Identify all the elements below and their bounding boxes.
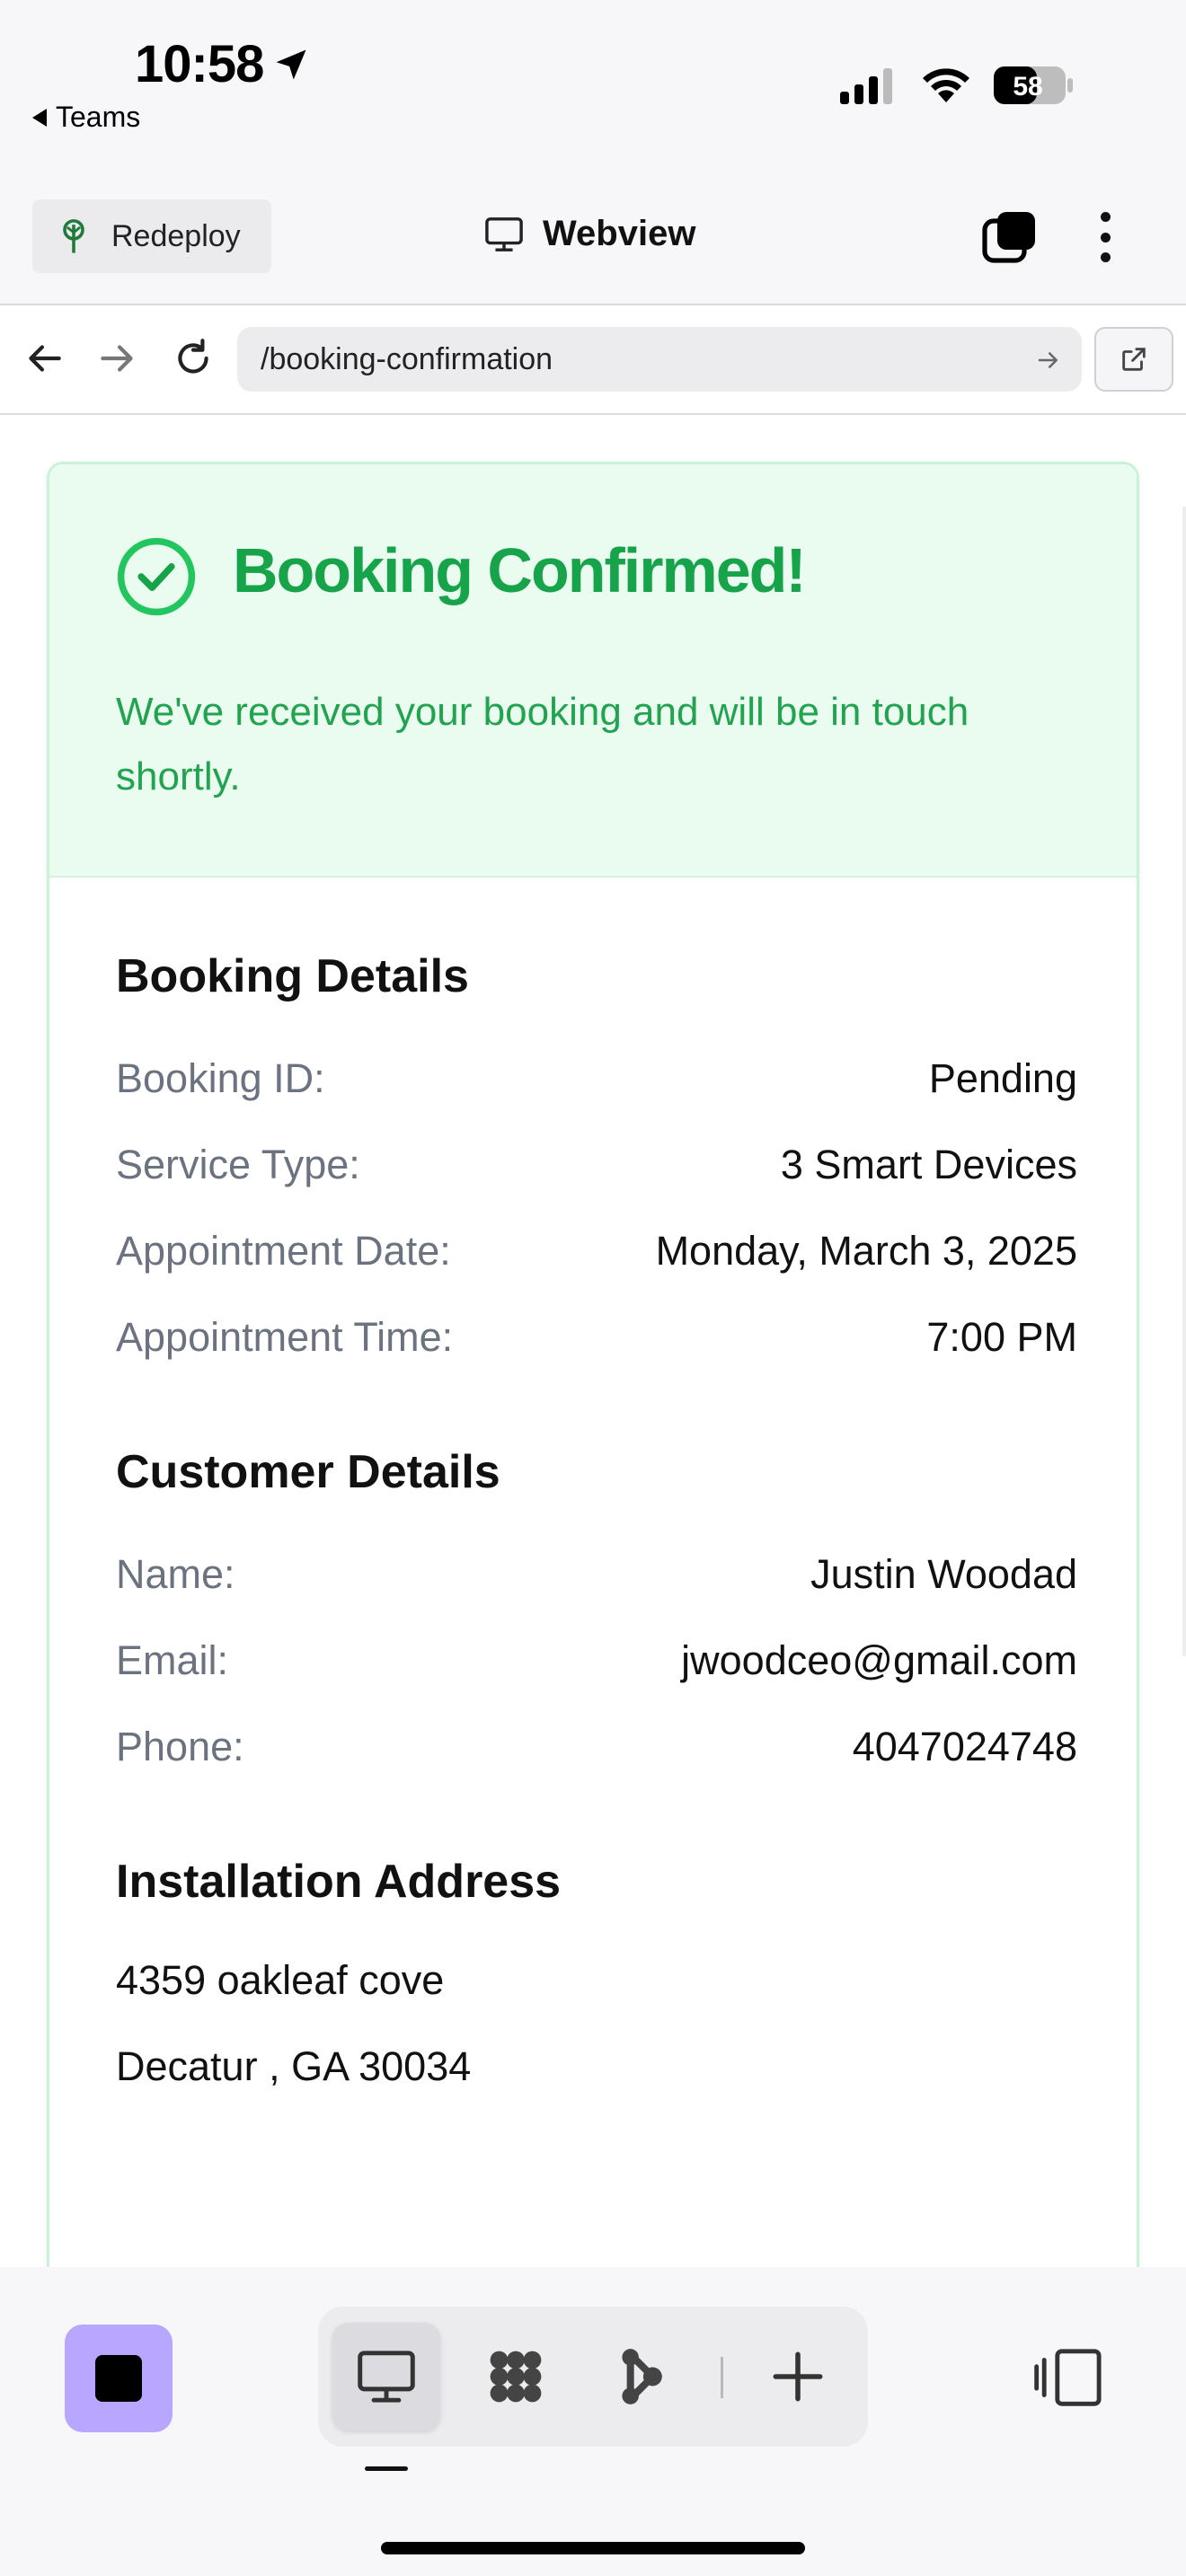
tabs-icon[interactable] (981, 208, 1039, 266)
panel-toggle-icon[interactable] (1033, 2346, 1103, 2409)
go-arrow-icon[interactable] (1035, 347, 1062, 374)
external-link-icon (1122, 348, 1146, 371)
app-top-bar: Redeploy Webview (0, 144, 1186, 305)
appointment-date-row: Appointment Date: Monday, March 3, 2025 (116, 1222, 1077, 1280)
view-switcher (318, 2307, 868, 2447)
forward-arrow-icon[interactable] (95, 336, 140, 381)
row-label: Appointment Date: (116, 1228, 451, 1274)
bottom-toolbar (0, 2267, 1186, 2576)
redeploy-button[interactable]: Redeploy (32, 199, 271, 273)
status-bar: 10:58 Teams 58 (0, 0, 1186, 144)
open-external-button[interactable] (1094, 327, 1173, 392)
battery-level: 58 (1013, 72, 1042, 101)
stop-button[interactable] (65, 2325, 173, 2432)
status-time: 10:58 (135, 35, 264, 93)
tab-apps[interactable] (462, 2323, 570, 2430)
cellular-signal-icon (840, 66, 892, 104)
row-label: Name: (116, 1551, 235, 1597)
add-tab-button[interactable] (744, 2323, 852, 2430)
url-input[interactable]: /booking-confirmation (237, 327, 1082, 392)
row-label: Email: (116, 1637, 229, 1683)
installation-address-heading: Installation Address (116, 1856, 562, 1908)
webview-title-text: Webview (543, 214, 696, 253)
home-indicator[interactable] (381, 2542, 805, 2554)
monitor-icon (358, 2351, 415, 2403)
redeploy-label: Redeploy (111, 218, 241, 253)
booking-details-heading: Booking Details (116, 950, 469, 1002)
location-arrow-icon (276, 49, 306, 80)
tab-agent[interactable] (588, 2323, 695, 2430)
back-app-label: Teams (56, 101, 141, 133)
webview-title: Webview (483, 214, 695, 254)
back-arrow-icon[interactable] (22, 336, 66, 381)
reload-icon[interactable] (171, 336, 216, 381)
customer-phone-row: Phone: 4047024748 (116, 1718, 1077, 1776)
browser-url-bar: /booking-confirmation (0, 307, 1186, 415)
wifi-icon (923, 68, 969, 102)
booking-id-row: Booking ID: Pending (116, 1050, 1077, 1107)
booking-confirmation-card: Booking Confirmed! We've received your b… (47, 462, 1139, 2267)
row-value: Justin Woodad (810, 1551, 1077, 1597)
confirmation-banner: Booking Confirmed! We've received your b… (49, 464, 1137, 878)
row-label: Phone: (116, 1724, 244, 1769)
confirmation-message: We've received your booking and will be … (116, 690, 969, 798)
customer-details-heading: Customer Details (116, 1446, 500, 1498)
appointment-time-row: Appointment Time: 7:00 PM (116, 1309, 1077, 1366)
active-tab-indicator (365, 2466, 408, 2471)
row-value: Monday, March 3, 2025 (655, 1228, 1077, 1274)
customer-name-row: Name: Justin Woodad (116, 1546, 1077, 1603)
back-to-app-link[interactable]: Teams (32, 101, 140, 134)
monitor-icon (485, 216, 523, 251)
row-value: 4047024748 (852, 1724, 1077, 1769)
tab-webview[interactable] (332, 2323, 440, 2430)
url-text: /booking-confirmation (261, 341, 553, 376)
check-circle-icon (117, 537, 196, 616)
row-value: 3 Smart Devices (780, 1142, 1077, 1187)
customer-email-row: Email: jwoodceo@gmail.com (116, 1632, 1077, 1689)
plus-icon (773, 2351, 823, 2402)
webview-content: Booking Confirmed! We've received your b… (0, 417, 1186, 2267)
agent-icon (622, 2349, 662, 2404)
battery-icon: 58 (994, 66, 1073, 104)
row-value: jwoodceo@gmail.com (681, 1637, 1077, 1683)
row-label: Service Type: (116, 1142, 360, 1187)
stop-icon (95, 2355, 142, 2402)
row-label: Appointment Time: (116, 1314, 454, 1360)
row-label: Booking ID: (116, 1055, 325, 1101)
confirmation-title: Booking Confirmed! (233, 535, 807, 605)
apps-grid-icon (490, 2351, 542, 2403)
toolbar-divider (721, 2357, 723, 2398)
more-options-icon[interactable] (1089, 208, 1121, 266)
back-triangle-icon (32, 108, 47, 127)
address-line-2: Decatur , GA 30034 (116, 2043, 472, 2089)
row-value: Pending (928, 1055, 1077, 1101)
tree-icon (63, 219, 84, 253)
address-line-1: 4359 oakleaf cove (116, 1957, 445, 2003)
row-value: 7:00 PM (926, 1314, 1077, 1360)
scrollbar[interactable] (1182, 507, 1186, 1656)
service-type-row: Service Type: 3 Smart Devices (116, 1136, 1077, 1194)
